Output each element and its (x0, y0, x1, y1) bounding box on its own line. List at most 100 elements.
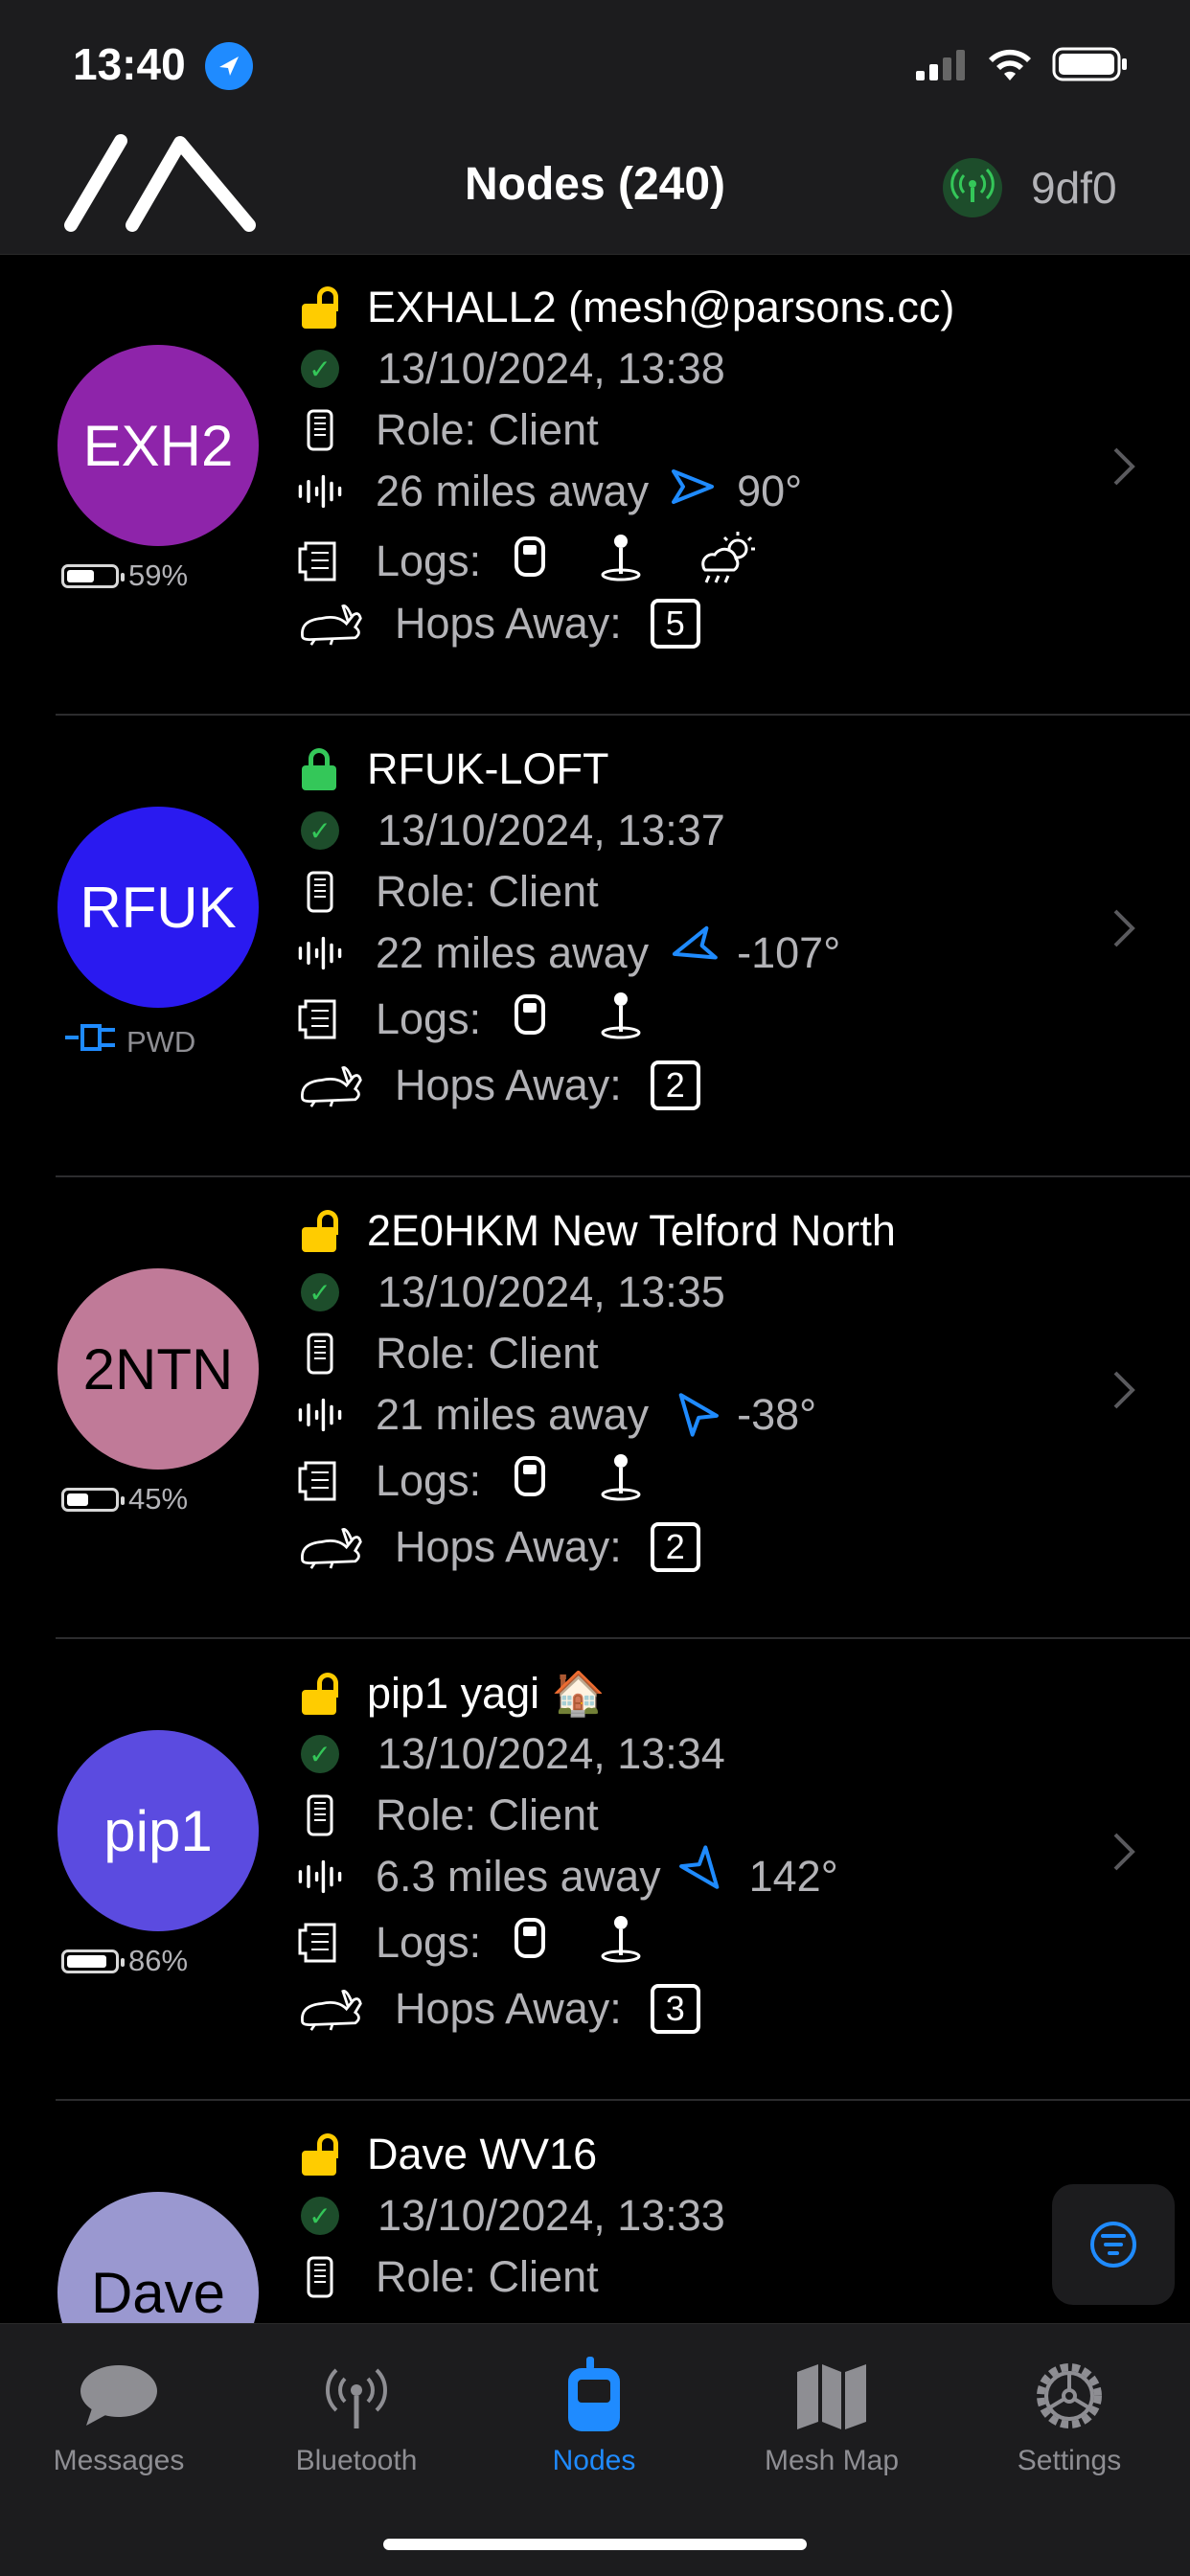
node-battery: 45% (61, 1482, 188, 1516)
logs-icon (297, 997, 343, 1041)
wifi-icon (987, 46, 1033, 87)
node-row[interactable]: 2NTN 45% 2E0HKM New Telford North ✓ 13/10/20… (0, 1177, 1190, 1639)
mesh-connected-icon[interactable] (943, 158, 1002, 217)
tab-settings[interactable]: Settings (950, 2353, 1188, 2477)
role-text: Role: Client (376, 1329, 599, 1378)
log-positions-icon[interactable] (600, 532, 642, 591)
node-short-name: EXH2 (82, 413, 234, 478)
lock-closed-icon (302, 748, 348, 790)
gear-icon (950, 2353, 1188, 2439)
node-list: EXH2 59% EXHALL2 (mesh@parsons.cc) ✓ 13/10/2… (0, 254, 1190, 2323)
device-icon (297, 408, 343, 452)
location-arrow-icon (205, 42, 253, 90)
map-icon (713, 2353, 950, 2439)
node-name: RFUK-LOFT (367, 744, 609, 793)
device-icon (297, 2255, 343, 2299)
hops-count: 2 (650, 1522, 700, 1572)
node-name-line: EXHALL2 (mesh@parsons.cc) (302, 283, 954, 332)
node-name-line: pip1 yagi 🏠 (302, 1668, 606, 1719)
chevron-right-icon (1111, 445, 1136, 499)
checkmark-icon: ✓ (301, 1735, 339, 1773)
node-row[interactable]: pip1 86% pip1 yagi 🏠 ✓ 13/10/2024, 13:34 Role… (0, 1639, 1190, 2101)
filter-button[interactable] (1052, 2184, 1175, 2305)
heading-arrow-icon (670, 1391, 720, 1439)
distance-text: 26 miles away (376, 467, 650, 515)
checkmark-icon: ✓ (301, 811, 339, 850)
status-bar: 13:40 (0, 0, 1190, 129)
node-hops: Hops Away: 2 (297, 1060, 700, 1110)
heading-arrow-icon (670, 925, 718, 977)
node-row[interactable]: Dave Dave WV16 ✓ 13/10/2024, 13:33 Role: Cli… (0, 2101, 1190, 2323)
last-heard-text: 13/10/2024, 13:33 (378, 2191, 725, 2240)
node-role: Role: Client (297, 867, 599, 917)
log-device-metrics-icon[interactable] (514, 1917, 546, 1969)
log-positions-icon[interactable] (600, 1913, 642, 1972)
log-device-metrics-icon[interactable] (514, 1455, 546, 1507)
last-heard-text: 13/10/2024, 13:37 (378, 806, 725, 855)
last-heard-text: 13/10/2024, 13:38 (378, 344, 725, 393)
node-row[interactable]: RFUK PWD RFUK-LOFT ✓ 13/10/2024, 13:37 Role: … (0, 716, 1190, 1177)
node-distance: 26 miles away 90° (297, 467, 802, 516)
battery-icon (1052, 46, 1129, 87)
connected-node-id[interactable]: 9df0 (1031, 162, 1117, 214)
node-distance: 6.3 miles away 142° (297, 1845, 838, 1902)
node-name: pip1 yagi 🏠 (367, 1669, 606, 1718)
heading-arrow-icon (678, 1845, 728, 1901)
node-name-line: Dave WV16 (302, 2130, 597, 2179)
device-icon (297, 870, 343, 914)
node-hops: Hops Away: 3 (297, 1984, 700, 2034)
battery-label: 86% (128, 1944, 189, 1977)
log-positions-icon[interactable] (600, 1451, 642, 1511)
role-text: Role: Client (376, 2252, 599, 2301)
node-row[interactable]: EXH2 59% EXHALL2 (mesh@parsons.cc) ✓ 13/10/2… (0, 254, 1190, 716)
log-positions-icon[interactable] (600, 990, 642, 1049)
node-distance: 21 miles away -38° (297, 1390, 816, 1440)
logs-label: Logs: (376, 1918, 482, 1967)
node-avatar: Dave (57, 2192, 259, 2323)
lock-open-icon (302, 1672, 348, 1715)
last-heard-text: 13/10/2024, 13:34 (378, 1729, 725, 1778)
tab-nodes[interactable]: Nodes (475, 2353, 713, 2477)
battery-label: 45% (128, 1482, 189, 1516)
node-name-line: 2E0HKM New Telford North (302, 1206, 896, 1256)
role-text: Role: Client (376, 1790, 599, 1839)
logs-label: Logs: (376, 994, 482, 1043)
device-icon (297, 1332, 343, 1376)
logs-icon (297, 1459, 343, 1503)
rabbit-icon (297, 1062, 364, 1108)
hops-label: Hops Away: (395, 1060, 622, 1109)
rabbit-icon (297, 1986, 364, 2032)
battery-icon (61, 1487, 125, 1512)
plug-icon (61, 1020, 119, 1064)
radio-device-icon (475, 2353, 713, 2439)
lock-open-icon (302, 286, 348, 329)
node-avatar: 2NTN (57, 1268, 259, 1470)
node-role: Role: Client (297, 1329, 599, 1379)
node-hops: Hops Away: 2 (297, 1522, 700, 1572)
chevron-right-icon (1111, 907, 1136, 961)
rabbit-icon (297, 601, 364, 647)
heading-text: 142° (748, 1852, 838, 1901)
logs-label: Logs: (376, 1456, 482, 1505)
cellular-signal-icon (916, 50, 966, 85)
filter-icon (1090, 2222, 1136, 2268)
hops-label: Hops Away: (395, 599, 622, 648)
node-avatar: pip1 (57, 1730, 259, 1931)
node-role: Role: Client (297, 405, 599, 455)
tab-label: Nodes (552, 2445, 636, 2476)
tab-mesh-map[interactable]: Mesh Map (713, 2353, 950, 2477)
node-short-name: pip1 (103, 1798, 213, 1863)
node-name: EXHALL2 (mesh@parsons.cc) (367, 283, 955, 331)
node-name: 2E0HKM New Telford North (367, 1206, 896, 1255)
tab-messages[interactable]: Messages (0, 2353, 238, 2477)
distance-text: 21 miles away (376, 1390, 650, 1439)
log-device-metrics-icon[interactable] (514, 993, 546, 1045)
log-environment-icon[interactable] (696, 528, 763, 595)
log-device-metrics-icon[interactable] (514, 536, 546, 587)
lock-open-icon (302, 2133, 348, 2176)
heading-text: -107° (737, 928, 841, 977)
logs-icon (297, 1921, 343, 1965)
node-last-heard: ✓ 13/10/2024, 13:37 (297, 806, 725, 855)
tab-bluetooth[interactable]: Bluetooth (238, 2353, 475, 2477)
waveform-icon (297, 1396, 343, 1434)
